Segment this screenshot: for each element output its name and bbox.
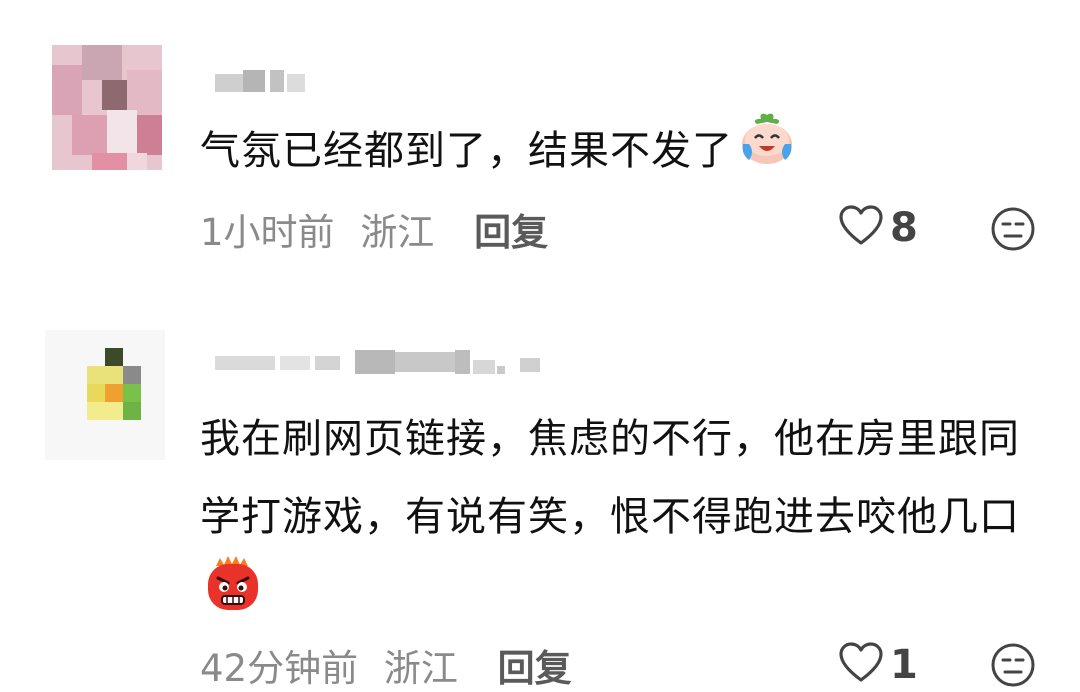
comment-meta: 1小时前 浙江 回复 bbox=[200, 202, 548, 256]
reply-button[interactable]: 回复 bbox=[498, 638, 572, 692]
like-button[interactable]: 8 bbox=[838, 205, 918, 251]
comment-meta: 42分钟前 浙江 回复 bbox=[200, 638, 572, 692]
neutral-face-icon bbox=[990, 207, 1036, 256]
heart-outline-icon bbox=[838, 642, 884, 688]
neutral-face-icon bbox=[990, 643, 1036, 692]
comment-item: 气氛已经都到了，结果不发了 1小时前 浙江 回复 8 bbox=[0, 0, 1080, 300]
like-button[interactable]: 1 bbox=[838, 642, 918, 688]
angry-face-emoji bbox=[204, 556, 262, 640]
comment-body: 气氛已经都到了，结果不发了 bbox=[200, 128, 733, 174]
reply-button[interactable]: 回复 bbox=[474, 202, 548, 256]
like-count: 1 bbox=[890, 642, 918, 688]
dislike-button[interactable] bbox=[990, 206, 1036, 256]
location: 浙江 bbox=[360, 211, 435, 254]
location: 浙江 bbox=[383, 647, 458, 690]
comment-item: 我在刷网页链接，焦虑的不行，他在房里跟同学打游戏，有说有笑，恨不得跑进去咬他几口… bbox=[0, 300, 1080, 691]
comment-text: 气氛已经都到了，结果不发了 bbox=[200, 110, 1030, 196]
like-count: 8 bbox=[890, 205, 918, 251]
username[interactable] bbox=[215, 70, 315, 92]
timestamp: 42分钟前 bbox=[200, 647, 359, 690]
timestamp: 1小时前 bbox=[200, 211, 335, 254]
username[interactable] bbox=[215, 350, 545, 374]
heart-outline-icon bbox=[838, 205, 884, 251]
comment-text: 我在刷网页链接，焦虑的不行，他在房里跟同学打游戏，有说有笑，恨不得跑进去咬他几口 bbox=[200, 400, 1030, 640]
avatar[interactable] bbox=[52, 45, 162, 170]
avatar[interactable] bbox=[45, 330, 165, 460]
comment-body: 我在刷网页链接，焦虑的不行，他在房里跟同学打游戏，有说有笑，恨不得跑进去咬他几口 bbox=[200, 416, 1020, 540]
crying-laughing-bun-emoji bbox=[737, 110, 797, 196]
dislike-button[interactable] bbox=[990, 642, 1036, 692]
